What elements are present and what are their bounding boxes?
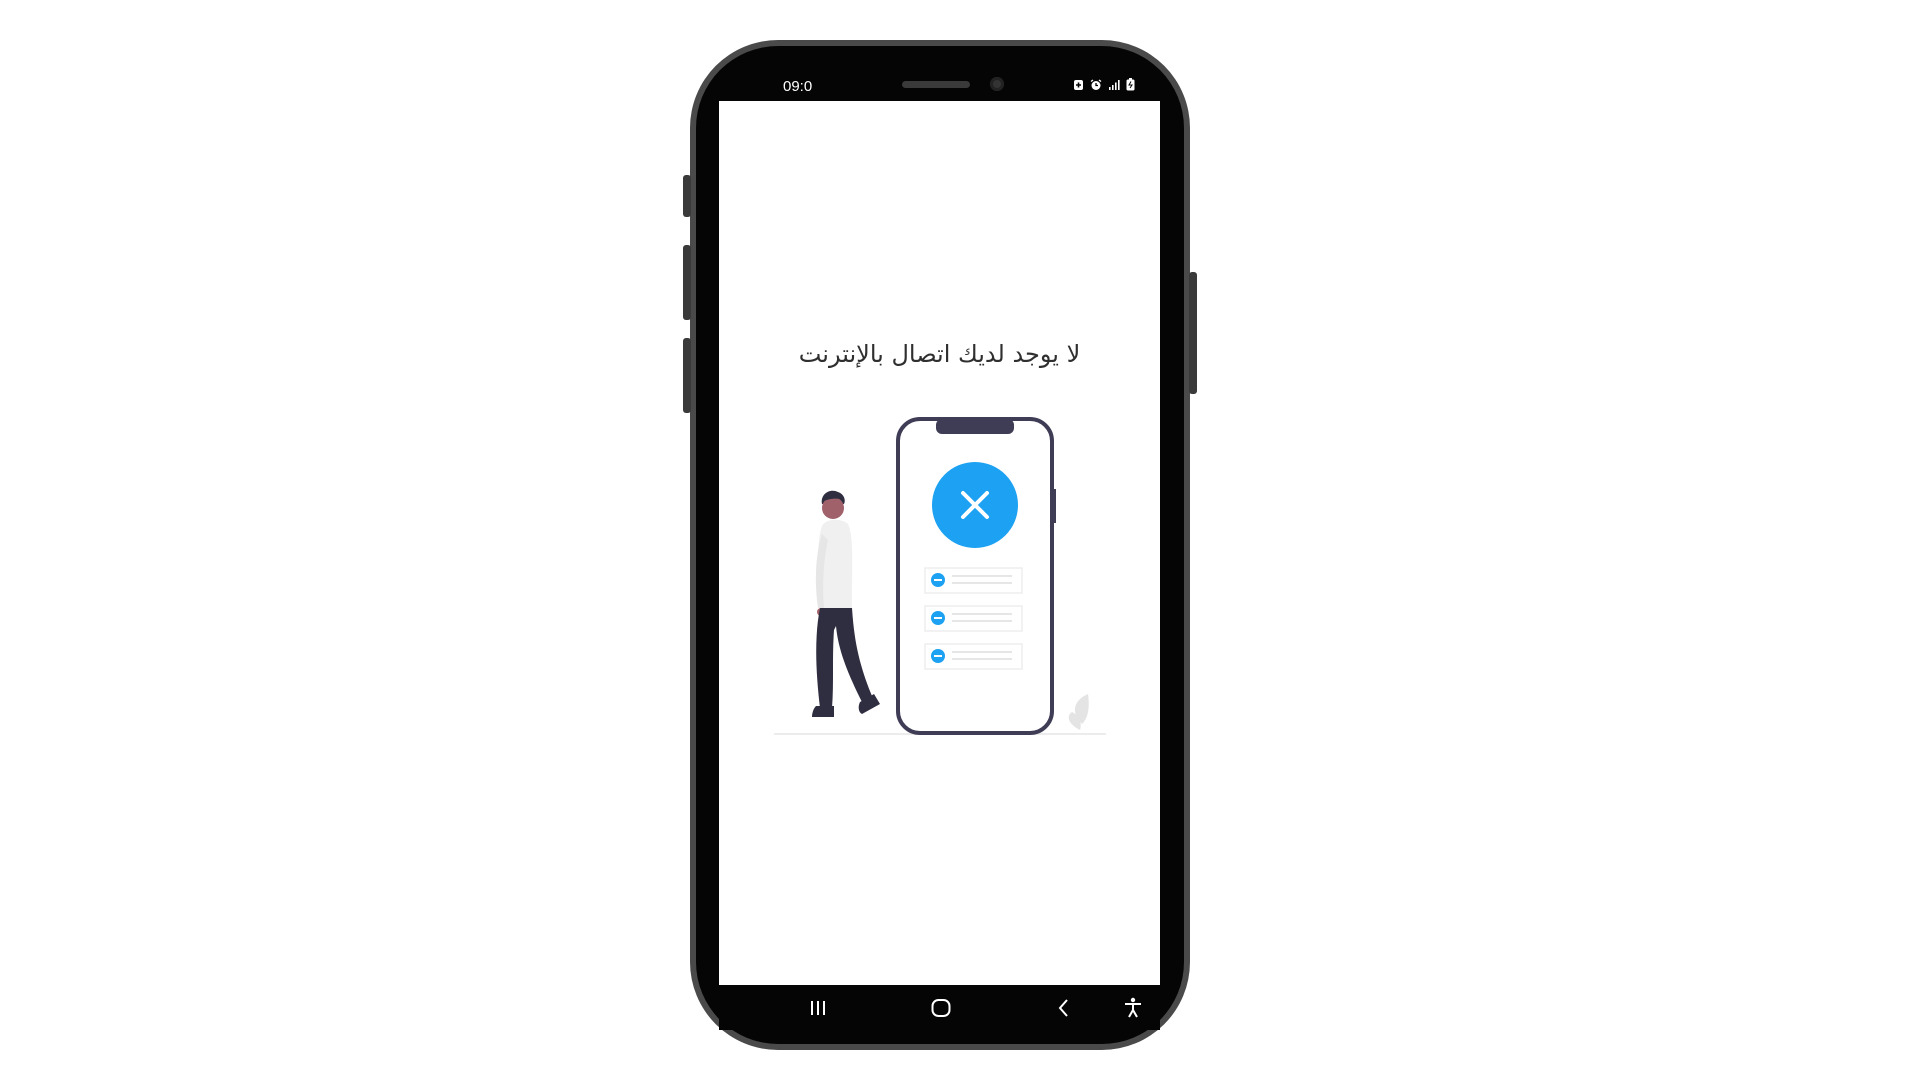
back-icon [1058,999,1068,1017]
list-item [924,605,1023,632]
power-button [1189,272,1197,394]
person-illustration [812,490,880,717]
list-item [924,567,1023,594]
battery-saver-icon [1073,79,1084,91]
accessibility-icon [1125,997,1141,1018]
battery-icon [1126,78,1135,91]
alarm-icon [1090,78,1102,91]
volume-button-top [683,175,691,217]
no-internet-illustration [770,412,1110,737]
back-button[interactable] [1049,993,1079,1023]
phone-illustration [896,417,1056,735]
status-time: 09:0 [783,78,813,95]
signal-icon [1108,79,1120,91]
front-camera [990,77,1004,91]
home-button[interactable] [926,993,956,1023]
list-item [924,643,1023,670]
recent-apps-button[interactable] [803,993,833,1023]
no-internet-message: لا يوجد لديك اتصال بالإنترنت [798,340,1081,368]
earpiece-speaker [902,81,970,88]
status-icons [1073,78,1135,91]
volume-button-up [683,245,691,320]
recent-apps-icon [811,1001,825,1015]
volume-button-down [683,338,691,413]
accessibility-button[interactable] [1118,993,1148,1023]
stage: 09:0 لا يوجد لديك اتصال بالإنترنت [0,0,1920,1080]
plant-icon [1068,694,1089,730]
home-icon [931,999,951,1017]
